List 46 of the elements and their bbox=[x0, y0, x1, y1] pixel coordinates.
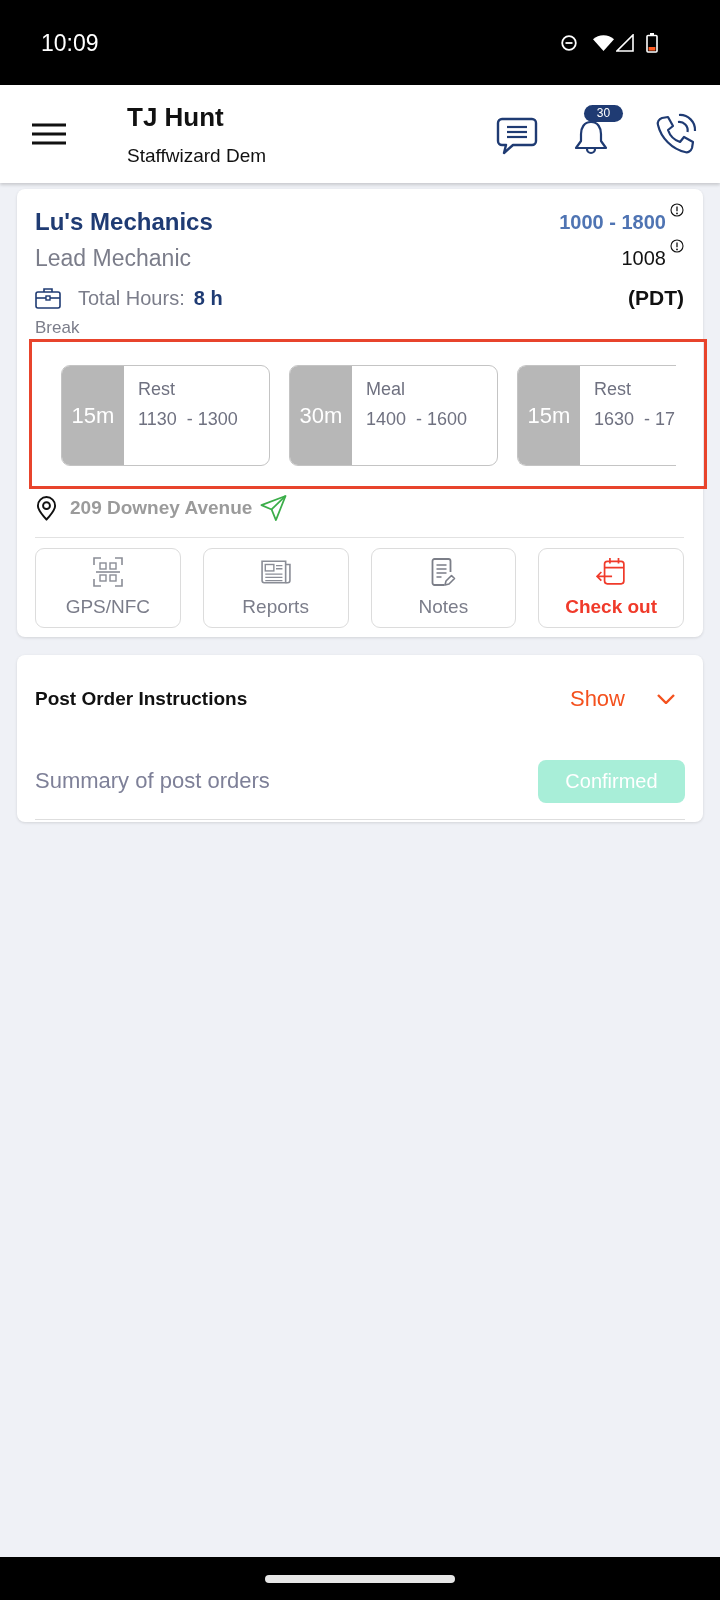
section-title: Post Order Instructions bbox=[35, 688, 248, 710]
home-indicator[interactable] bbox=[265, 1574, 455, 1583]
location-pin-icon bbox=[36, 495, 57, 521]
action-button[interactable]: Notes bbox=[370, 548, 517, 628]
site-name: Lu's Mechanics bbox=[35, 208, 213, 236]
action-button[interactable]: GPS/NFC bbox=[35, 548, 181, 628]
break-time: 1630 - 17 bbox=[594, 408, 676, 430]
wifi-icon bbox=[593, 34, 614, 51]
chat-icon[interactable] bbox=[496, 117, 538, 155]
signal-icon bbox=[616, 33, 634, 52]
action-button[interactable]: Reports bbox=[202, 548, 349, 628]
do-not-disturb-icon bbox=[561, 34, 577, 51]
break-duration: 15m bbox=[62, 366, 124, 465]
battery-icon bbox=[646, 32, 658, 53]
break-time: 1130 - 1300 bbox=[138, 408, 238, 430]
break-time: 1400 - 1600 bbox=[366, 408, 468, 430]
break-duration: 30m bbox=[290, 366, 352, 465]
total-hours-label: Total Hours: bbox=[78, 286, 185, 310]
post-orders-summary: Summary of post orders bbox=[35, 768, 270, 794]
break-type: Rest bbox=[594, 378, 631, 400]
info-icon bbox=[670, 203, 684, 217]
address: 209 Downey Avenue bbox=[70, 497, 253, 519]
info-icon bbox=[670, 239, 684, 253]
break-duration: 15m bbox=[518, 366, 580, 465]
qr-scan-icon bbox=[92, 557, 123, 587]
paper-plane-icon[interactable] bbox=[260, 494, 288, 522]
newspaper-icon bbox=[260, 557, 291, 587]
briefcase-icon bbox=[35, 287, 61, 309]
user-name: TJ Hunt bbox=[127, 101, 224, 132]
total-hours-value: 8 h bbox=[193, 286, 223, 310]
break-type: Meal bbox=[366, 378, 405, 400]
company-name: Staffwizard Dem bbox=[127, 144, 267, 167]
break-type: Rest bbox=[138, 378, 175, 400]
show-toggle[interactable]: Show bbox=[569, 686, 675, 712]
chevron-down-icon bbox=[657, 694, 675, 704]
notification-badge: 30 bbox=[584, 105, 623, 122]
shift-code: 1008 bbox=[621, 246, 666, 270]
menu-icon[interactable] bbox=[32, 123, 66, 145]
break-label: Break bbox=[35, 319, 80, 337]
status-time: 10:09 bbox=[41, 29, 99, 56]
action-button[interactable]: Check out bbox=[538, 548, 684, 628]
position-title: Lead Mechanic bbox=[35, 244, 191, 272]
shift-time: 1000 - 1800 bbox=[559, 210, 666, 234]
bell-icon[interactable] bbox=[573, 119, 609, 155]
calendar-arrow-icon bbox=[596, 557, 627, 587]
timezone: (PDT) bbox=[628, 286, 684, 310]
